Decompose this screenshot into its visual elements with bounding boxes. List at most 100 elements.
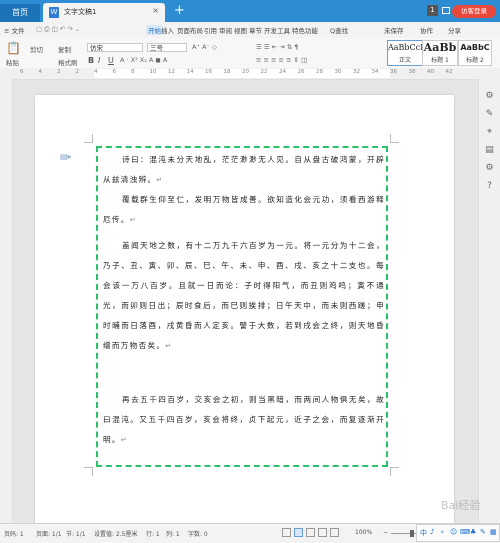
list-icons[interactable]: ☰ ☰ ⇤ ⇥ ⇅ ¶ xyxy=(256,43,298,51)
status-row[interactable]: 行: 1 xyxy=(146,529,160,538)
ruler-tick-label: 18 xyxy=(223,69,231,75)
search-button[interactable]: Q查找 xyxy=(330,25,348,35)
menu-insert[interactable]: 插入 xyxy=(161,25,174,35)
status-pages[interactable]: 页面: 1/1 xyxy=(36,529,62,538)
collab-button[interactable]: 协作 xyxy=(420,25,433,35)
view-read-icon[interactable] xyxy=(282,528,291,537)
status-section[interactable]: 节: 1/1 xyxy=(66,529,86,538)
paste-button[interactable]: 粘贴 xyxy=(6,57,19,67)
cut-button[interactable]: 剪切 xyxy=(30,44,43,54)
share-button[interactable]: 分享 xyxy=(448,25,461,35)
crop-mark xyxy=(84,134,93,143)
horizontal-ruler[interactable]: 6 4 2 2 4 6 8 10 12 14 16 18 20 22 24 26 28 30 32 34 36 38 40 4… xyxy=(0,68,500,80)
status-page[interactable]: 页码: 1 xyxy=(4,529,24,538)
ruler-tick-label: 10 xyxy=(149,69,157,75)
paragraph-4[interactable]: 再去五千四百岁，交亥会之初，则当黑暗，而两间人物俱无矣，故曰混沌。又五千四百岁，… xyxy=(103,390,385,451)
paragraph-mark: ↵ xyxy=(156,175,164,184)
view-write-icon[interactable] xyxy=(330,528,339,537)
style-heading1[interactable]: AaBb 标题 1 xyxy=(422,40,458,66)
select-icon[interactable]: ⌖ xyxy=(484,127,495,138)
close-tab-icon[interactable]: × xyxy=(152,6,159,15)
settings-icon[interactable]: ⚙ xyxy=(484,163,495,174)
view-outline-icon[interactable] xyxy=(306,528,315,537)
style-heading1-name: 标题 1 xyxy=(431,57,449,64)
style-panel-icon[interactable]: ✎ xyxy=(484,109,495,120)
status-col[interactable]: 列: 1 xyxy=(166,529,180,538)
ruler-tick-label: 12 xyxy=(168,69,175,75)
font-family-select[interactable]: 仿宋 xyxy=(87,43,143,52)
zoom-level[interactable]: 100% xyxy=(355,529,372,536)
text-effect-icons[interactable]: A · X² X₂ A ◼ A xyxy=(120,56,167,64)
align-icons[interactable]: ≡ ≡ ≡ ≡ ≡ ⇕ ◫ xyxy=(256,56,307,64)
ime-voice-icon[interactable]: ♪ xyxy=(430,528,434,536)
ruler-tick-label: 28 xyxy=(316,69,323,75)
file-menu[interactable]: ≡ 文件 xyxy=(4,25,25,35)
menu-page-layout[interactable]: 页面布局 xyxy=(177,25,203,35)
ruler-tick-label: 24 xyxy=(279,69,286,75)
paragraph-mark: ↵ xyxy=(165,341,173,350)
zoom-slider-knob[interactable] xyxy=(410,530,414,537)
menu-chapter[interactable]: 章节 xyxy=(249,25,262,35)
status-words[interactable]: 字数: 0 xyxy=(188,529,208,538)
menu-review[interactable]: 审阅 xyxy=(219,25,232,35)
format-painter-button[interactable]: 格式刷 xyxy=(58,57,78,67)
menu-developer[interactable]: 开发工具 xyxy=(264,25,290,35)
home-tab[interactable]: 首页 xyxy=(0,4,40,22)
paragraph-1[interactable]: 诗曰：混沌未分天地乱，茫茫渺渺无人见。自从盘古破鸿蒙，开辟从兹清浊辨。↵ xyxy=(103,150,385,191)
vertical-ruler[interactable] xyxy=(0,79,13,523)
quick-access-icons[interactable]: ▢ ⎙ ◫ ↶ ↷ ⌄ xyxy=(36,25,80,34)
document-tab[interactable]: W 文字文稿1 × xyxy=(43,3,165,22)
tools-icon[interactable]: ⚙ xyxy=(484,91,495,102)
bold-button[interactable]: B xyxy=(88,56,94,65)
ime-chinese-icon[interactable]: 中 xyxy=(420,528,427,538)
menu-reference[interactable]: 引用 xyxy=(204,25,217,35)
menu-view[interactable]: 视图 xyxy=(234,25,247,35)
menu-special[interactable]: 特色功能 xyxy=(292,25,318,35)
ime-keyboard-icon[interactable]: ⌨ xyxy=(460,528,470,536)
new-tab-button[interactable]: + xyxy=(174,3,185,18)
ruler-tick-label: 36 xyxy=(390,69,397,75)
underline-button[interactable]: U xyxy=(108,56,114,65)
paragraph-text: 诗曰：混沌未分天地乱，茫茫渺渺无人见。自从盘古破鸿蒙，开辟从兹清浊辨。 xyxy=(103,155,385,184)
ime-emoji-icon[interactable]: ☺ xyxy=(450,528,457,536)
unsaved-status: 未保存 xyxy=(384,27,404,35)
paragraph-layout-icon[interactable]: ▤▸ xyxy=(60,152,72,161)
zoom-out-button[interactable]: − xyxy=(383,529,388,536)
window-count-badge[interactable]: 1 xyxy=(427,5,438,16)
style-heading2[interactable]: AaBbC 标题 2 xyxy=(458,40,492,66)
status-setting[interactable]: 设置值: 2.5厘米 xyxy=(94,529,137,538)
paste-icon[interactable]: 📋 xyxy=(6,41,21,55)
style-heading2-name: 标题 2 xyxy=(466,57,484,64)
font-grow-icons[interactable]: A⁺ A⁻ ◇ xyxy=(192,43,217,51)
ruler-tick-label: 4 xyxy=(38,69,43,75)
copy-button[interactable]: 复制 xyxy=(58,44,71,54)
view-web-icon[interactable] xyxy=(318,528,327,537)
help-icon[interactable]: ? xyxy=(484,181,495,192)
ruler-tick-label: 30 xyxy=(334,69,342,75)
ime-menu-icon[interactable]: ▦ xyxy=(490,528,497,536)
document-tab-title: 文字文稿1 xyxy=(64,8,97,16)
ime-punct-icon[interactable]: ∘ xyxy=(440,528,444,536)
ime-handwrite-icon[interactable]: ✎ xyxy=(480,528,486,536)
font-size-select[interactable]: 三号 xyxy=(147,43,187,52)
restore-icon[interactable] xyxy=(442,7,450,14)
paragraph-text: 覆载群生仰至仁，发明万物皆成善。欲知造化会元功，须看西游释厄传。 xyxy=(103,195,385,224)
ime-skin-icon[interactable]: ♣ xyxy=(470,528,476,536)
ruler-tick-label: 22 xyxy=(260,69,268,75)
paragraph-2[interactable]: 覆载群生仰至仁，发明万物皆成善。欲知造化会元功，须看西游释厄传。↵ xyxy=(103,190,385,231)
crop-mark xyxy=(390,467,399,476)
wrap-icon[interactable]: ▤ xyxy=(484,145,495,156)
ruler-tick-label: 2 xyxy=(57,69,61,75)
guest-login-button[interactable]: 访客登录 xyxy=(452,5,496,18)
paragraph-text: 盖闻天地之数，有十二万九千六百岁为一元。将一元分为十二会，乃子、丑、寅、卯、辰、… xyxy=(103,241,385,350)
document-icon: W xyxy=(49,7,59,18)
crop-mark xyxy=(390,134,399,143)
view-page-icon[interactable] xyxy=(294,528,303,537)
ruler-tick-label: 20 xyxy=(242,69,249,75)
italic-button[interactable]: I xyxy=(98,56,100,65)
style-heading2-sample: AaBbC xyxy=(460,43,490,52)
paragraph-3[interactable]: 盖闻天地之数，有十二万九千六百岁为一元。将一元分为十二会，乃子、丑、寅、卯、辰、… xyxy=(103,236,385,356)
style-normal-sample: AaBbCcDd xyxy=(388,43,432,52)
style-normal[interactable]: AaBbCcDd 正文 xyxy=(387,40,432,66)
ruler-tick-label: 16 xyxy=(205,69,212,75)
